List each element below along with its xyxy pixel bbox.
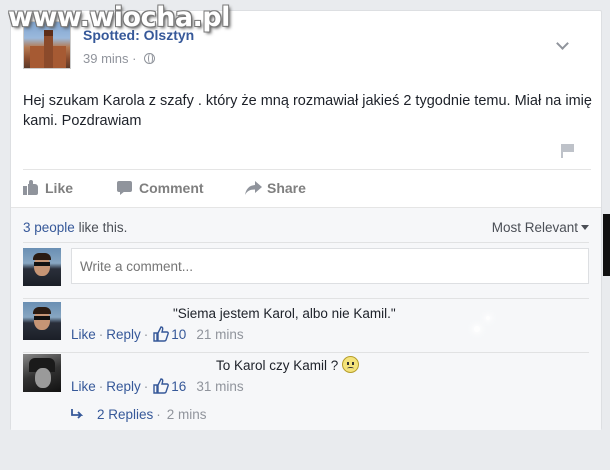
watermark-logo: www.wiocha.pl [8,2,230,33]
likes-summary: 3 people like this. [23,220,127,235]
replies-label: 2 Replies [97,407,154,422]
comment-reply-link[interactable]: Reply [106,379,141,394]
divider [23,298,589,299]
comment-like-count[interactable]: 16 [171,379,186,394]
share-button[interactable]: Share [245,180,306,196]
reply-arrow-icon [71,408,84,419]
comment-time[interactable]: 21 mins [196,327,243,342]
comment-meta: Like · Reply · 10 21 mins [71,326,244,342]
sort-dropdown[interactable]: Most Relevant [492,220,589,235]
divider [23,242,589,243]
like-label: Like [45,180,74,196]
likes-suffix: like this. [74,220,128,235]
like-button[interactable]: Like [23,180,73,196]
comment-text-content: To Karol czy Kamil ? [216,358,339,373]
thumbs-up-icon [153,378,170,394]
post-card: Spotted: Olsztyn 39 mins · Hej szukam Ka… [10,10,610,430]
comment-reply-link[interactable]: Reply [106,327,141,342]
dot-separator: · [128,51,141,66]
comment-text: "Siema jestem Karol, albo nie Kamil." [173,306,396,321]
comment-button[interactable]: Comment [117,180,204,196]
commenter-avatar[interactable] [23,302,61,340]
sort-label: Most Relevant [491,220,578,235]
divider [23,352,589,353]
comment-icon [117,181,133,195]
current-user-avatar[interactable] [23,248,61,286]
comment-meta: Like · Reply · 16 31 mins [71,378,244,394]
avatar-tower [44,30,53,68]
likes-count-link[interactable]: 3 people [23,220,75,235]
comment-text: To Karol czy Kamil ? [216,356,360,373]
chevron-down-icon[interactable] [556,37,569,50]
side-edge-tab [603,214,610,276]
globe-icon[interactable] [144,53,156,64]
comment-label: Comment [139,180,204,196]
comment-like-count[interactable]: 10 [171,327,186,342]
flag-icon[interactable] [561,144,575,158]
comment-like-link[interactable]: Like [71,379,96,394]
commenter-avatar[interactable] [23,354,61,392]
replies-time: 2 mins [166,407,207,422]
comment-time[interactable]: 31 mins [196,379,243,394]
caret-down-icon [581,225,589,230]
thumbs-up-icon [153,326,170,342]
post-actions-bar: Like Comment Share [23,169,591,207]
post-time-text[interactable]: 39 mins [83,51,129,66]
thumbs-up-icon [23,180,39,195]
sparkle [486,316,490,320]
comment-input[interactable] [71,248,589,284]
comments-section: 3 people like this. Most Relevant "Siema… [11,207,610,430]
share-arrow-icon [245,181,262,195]
share-label: Share [267,180,306,196]
post-text: Hej szukam Karola z szafy . który że mną… [23,93,592,129]
comment-like-link[interactable]: Like [71,327,96,342]
sparkle [474,326,480,332]
post-timestamp: 39 mins · [83,51,156,66]
frown-emoji-icon [342,356,360,373]
view-replies-link[interactable]: 2 Replies · 2 mins [71,407,207,422]
